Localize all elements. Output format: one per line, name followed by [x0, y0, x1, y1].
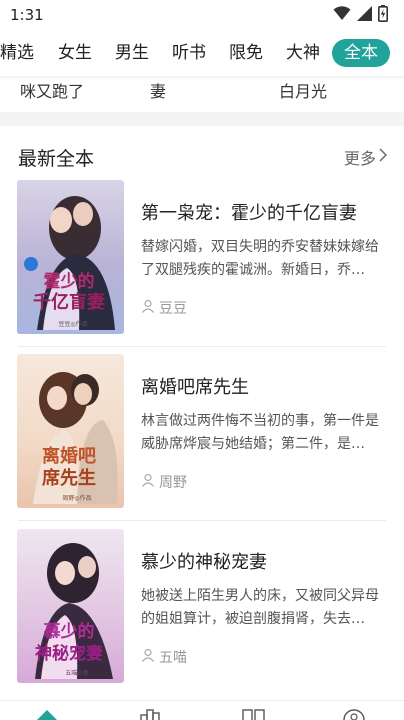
book-cover[interactable]: 霍少的 千亿盲妻 豆豆◎作品	[17, 180, 124, 334]
chevron-right-icon	[378, 147, 388, 167]
book-description: 替嫁闪婚，双目失明的乔安替妹妹嫁给了双腿残疾的霍诚洲。新婚日，乔…	[141, 239, 379, 278]
user-icon	[141, 648, 155, 666]
list-divider	[18, 520, 386, 521]
cover-caption: 周野◎作品	[62, 494, 91, 502]
book-author: 五喵	[141, 647, 187, 667]
tab-quanben[interactable]: 全本	[332, 39, 390, 67]
cover-caption: 五喵◎著	[65, 669, 88, 677]
category-tabs: 精选 女生 男生 听书 限免 大神 全本	[0, 30, 404, 76]
book-title[interactable]: 离婚吧席先生	[141, 373, 249, 399]
previous-section-row: 咪又跑了 妻 白月光	[0, 76, 404, 112]
book-item[interactable]: 离婚吧 席先生 周野◎作品 离婚吧席先生 林言做过两件悔不当初的事，第一件是威胁…	[0, 354, 404, 526]
signal-icon	[357, 5, 372, 25]
bottom-nav	[0, 700, 404, 720]
author-name: 周野	[159, 475, 187, 491]
more-label: 更多	[343, 149, 376, 168]
cover-title-line: 席先生	[42, 467, 96, 489]
bookshelf-nav-icon[interactable]	[242, 707, 266, 720]
tab-jingxuan[interactable]: 精选	[0, 39, 34, 67]
cover-caption: 豆豆◎作品	[58, 320, 87, 328]
author-name: 五喵	[159, 650, 187, 666]
book-item[interactable]: 慕少的 神秘宠妻 五喵◎著 慕少的神秘宠妻 她被送上陌生男人的床，又被同父异母的…	[0, 529, 404, 701]
completed-books-section: 最新全本 更多 霍少的 千亿盲妻 豆豆◎作品 第一枭宠：霍少的千亿盲妻 替嫁闪婚…	[0, 126, 404, 700]
cover-title-line: 离婚吧	[42, 445, 96, 467]
list-divider	[18, 346, 386, 347]
book-title[interactable]: 第一枭宠：霍少的千亿盲妻	[141, 199, 357, 225]
battery-icon	[378, 4, 388, 26]
book-title[interactable]: 慕少的神秘宠妻	[141, 548, 267, 574]
book-author: 豆豆	[141, 298, 187, 318]
profile-nav-icon[interactable]	[342, 707, 366, 720]
home-nav-icon[interactable]	[36, 707, 58, 720]
tab-xianmian[interactable]: 限免	[229, 39, 263, 67]
tab-nansheng[interactable]: 男生	[115, 39, 149, 67]
tab-nvsheng[interactable]: 女生	[58, 39, 92, 67]
book-author: 周野	[141, 472, 187, 492]
status-bar: 1:31	[0, 0, 404, 30]
tab-tingshu[interactable]: 听书	[172, 39, 206, 67]
previous-book-title[interactable]: 咪又跑了	[20, 78, 84, 102]
section-divider	[0, 112, 404, 126]
cover-title-line: 慕少的	[43, 621, 95, 642]
book-description: 林言做过两件悔不当初的事，第一件是威胁席烨宸与她结婚；第二件，是…	[141, 413, 379, 452]
user-icon	[141, 299, 155, 317]
user-icon	[141, 473, 155, 491]
status-icons	[333, 4, 388, 26]
tab-dashen[interactable]: 大神	[286, 39, 320, 67]
ranking-nav-icon[interactable]	[140, 707, 160, 720]
book-cover[interactable]: 离婚吧 席先生 周野◎作品	[17, 354, 124, 508]
book-item[interactable]: 霍少的 千亿盲妻 豆豆◎作品 第一枭宠：霍少的千亿盲妻 替嫁闪婚，双目失明的乔安…	[0, 180, 404, 352]
cover-title-line: 千亿盲妻	[33, 291, 105, 313]
wifi-icon	[333, 5, 351, 25]
status-time: 1:31	[10, 6, 44, 24]
section-title: 最新全本	[18, 148, 95, 170]
previous-book-title[interactable]: 白月光	[279, 78, 327, 102]
previous-book-title[interactable]: 妻	[150, 78, 166, 102]
book-cover[interactable]: 慕少的 神秘宠妻 五喵◎著	[17, 529, 124, 683]
cover-title-line: 霍少的	[44, 271, 95, 292]
more-link[interactable]: 更多	[344, 145, 388, 169]
cover-title-line: 神秘宠妻	[35, 643, 103, 664]
book-description: 她被送上陌生男人的床，又被同父异母的姐姐算计，被迫剖腹捐肾，失去…	[141, 588, 379, 627]
author-name: 豆豆	[159, 301, 187, 317]
